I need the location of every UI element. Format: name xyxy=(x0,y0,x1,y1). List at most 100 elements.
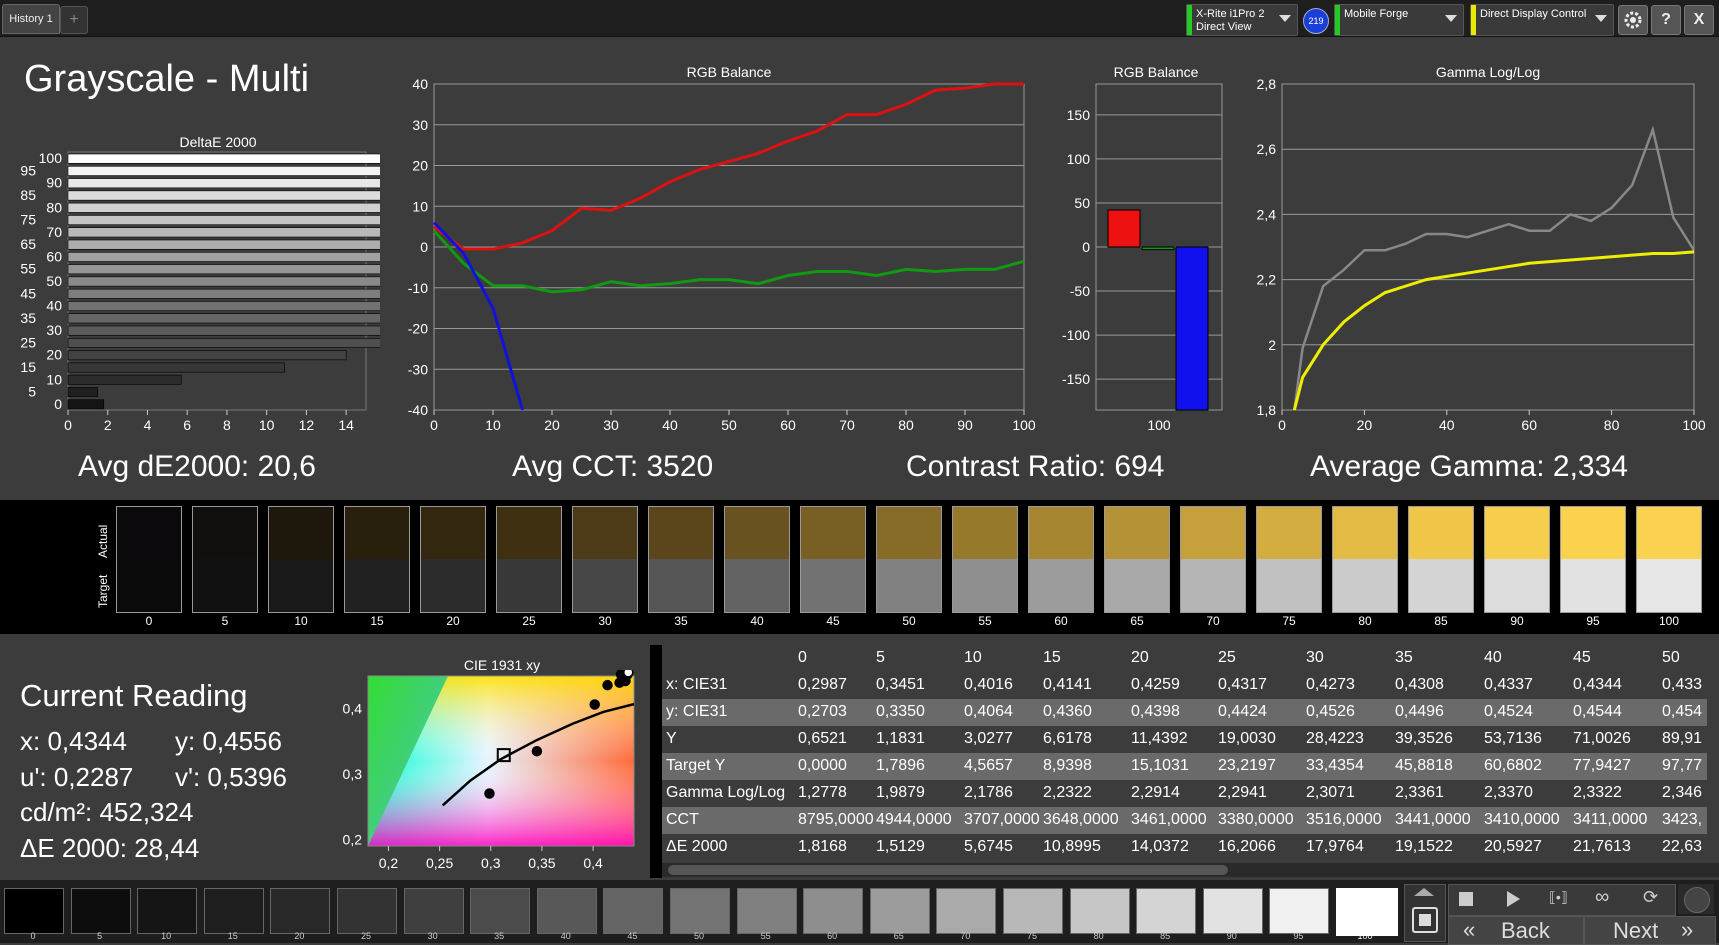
patch-label: 80 xyxy=(1093,931,1104,941)
display-control-select[interactable]: Direct Display Control xyxy=(1470,4,1614,36)
swatch-85[interactable] xyxy=(1408,506,1474,613)
patch-label: 55 xyxy=(760,931,771,941)
rgb-x-tick: 30 xyxy=(603,417,619,433)
rgb-line-chart: 403020100-10-20-30-400 10 20 30 40 50 60 70 80 90… xyxy=(408,78,1036,433)
table-row[interactable]: Gamma Log/Log 1,2778 1,9879 2,1786 2,2322 2,2… xyxy=(662,780,1707,807)
swatch-30[interactable] xyxy=(572,506,638,613)
patch-button-65[interactable] xyxy=(869,888,930,934)
table-cell: 1,5129 xyxy=(876,838,925,855)
refresh-icon[interactable]: ⟳ xyxy=(1643,887,1658,908)
patch-button-15[interactable] xyxy=(203,888,264,934)
patch-button-35[interactable] xyxy=(470,888,531,934)
patch-button-10[interactable] xyxy=(137,888,198,934)
swatch-10[interactable] xyxy=(268,506,334,613)
table-cell: 16,2066 xyxy=(1218,838,1276,855)
swatch-5[interactable] xyxy=(192,506,258,613)
deltae-y-label: 30 xyxy=(46,322,62,338)
add-tab-button[interactable]: + xyxy=(60,6,88,34)
swatch-45[interactable] xyxy=(800,506,866,613)
table-row[interactable]: x: CIE31 0,2987 0,3451 0,4016 0,4141 0,4259 0,… xyxy=(662,672,1707,699)
swatch-100[interactable] xyxy=(1636,506,1702,613)
swatch-15[interactable] xyxy=(344,506,410,613)
chevron-up-icon[interactable] xyxy=(1414,888,1434,896)
actual-swatch xyxy=(649,507,713,559)
meter-select[interactable]: X-Rite i1Pro 2 Direct View xyxy=(1186,4,1298,36)
horizontal-scrollbar[interactable] xyxy=(662,863,1719,877)
pattern-source-select[interactable]: Mobile Forge xyxy=(1334,4,1464,36)
patch-button-40[interactable] xyxy=(536,888,597,934)
table-cell: 89,91 xyxy=(1662,730,1703,747)
blue-balance-bar xyxy=(1175,246,1209,411)
patch-button-70[interactable] xyxy=(936,888,997,934)
swatch-25[interactable] xyxy=(496,506,562,613)
patch-button-45[interactable] xyxy=(603,888,664,934)
rgb-y-tick: -20 xyxy=(408,321,428,337)
table-row[interactable]: ΔE 2000 1,8168 1,5129 5,6745 10,8995 14,0372 1… xyxy=(662,834,1707,861)
record-stop-icon[interactable] xyxy=(1459,892,1473,906)
swatch-50[interactable] xyxy=(876,506,942,613)
swatch-65[interactable] xyxy=(1104,506,1170,613)
patch-button-30[interactable] xyxy=(403,888,464,934)
close-button[interactable]: X xyxy=(1684,5,1714,35)
table-cell: 3411,0000 xyxy=(1573,811,1648,828)
swatch-35[interactable] xyxy=(648,506,714,613)
table-row[interactable]: Target Y 0,0000 1,7896 4,5657 8,9398 15,1031 2… xyxy=(662,753,1707,780)
swatch-label: 65 xyxy=(1130,614,1144,628)
patch-button-90[interactable] xyxy=(1202,888,1263,934)
table-row[interactable]: CCT 8795,0000 4944,0000 3707,0000 3648,0000 3… xyxy=(662,807,1707,834)
patch-button-20[interactable] xyxy=(270,888,331,934)
patch-button-0[interactable] xyxy=(4,888,64,934)
table-cell: 45,8818 xyxy=(1395,757,1453,774)
patch-button-80[interactable] xyxy=(1069,888,1130,934)
patch-button-55[interactable] xyxy=(736,888,797,934)
gamma-plot-area xyxy=(1281,83,1695,411)
swatch-75[interactable] xyxy=(1256,506,1322,613)
swatch-0[interactable] xyxy=(116,506,182,613)
next-button[interactable]: Next » xyxy=(1584,916,1716,945)
target-swatch xyxy=(649,559,713,612)
rgb-y-tick: 40 xyxy=(412,78,428,92)
help-button[interactable]: ? xyxy=(1651,5,1681,35)
table-cell: 0,4016 xyxy=(964,676,1013,693)
loop-icon[interactable]: ∞ xyxy=(1595,886,1609,909)
patch-button-100[interactable] xyxy=(1336,888,1398,936)
measurement-table[interactable]: 0 5 10 15 20 25 30 35 40 45 50 x: CIE31 0,2987 0,3451… xyxy=(650,645,1719,878)
dial-icon[interactable] xyxy=(1684,887,1710,913)
table-cell: 1,1831 xyxy=(876,730,925,747)
table-row[interactable]: y: CIE31 0,2703 0,3350 0,4064 0,4360 0,4398 0,… xyxy=(662,699,1707,726)
tab-history[interactable]: History 1 xyxy=(2,4,60,34)
stop-button[interactable] xyxy=(1412,907,1438,933)
swatch-40[interactable] xyxy=(724,506,790,613)
patch-button-60[interactable] xyxy=(803,888,864,934)
patch-button-85[interactable] xyxy=(1136,888,1197,934)
scrollbar-thumb[interactable] xyxy=(668,865,1228,875)
table-cell: 0,4141 xyxy=(1043,676,1092,693)
back-button[interactable]: « Back xyxy=(1448,916,1584,945)
patch-button-25[interactable] xyxy=(337,888,397,934)
swatch-55[interactable] xyxy=(952,506,1018,613)
patch-button-50[interactable] xyxy=(670,888,730,934)
gear-icon xyxy=(1624,11,1642,29)
table-cell: 0,4317 xyxy=(1218,676,1267,693)
settings-button[interactable] xyxy=(1618,5,1648,35)
table-row[interactable]: Y 0,6521 1,1831 3,0277 6,6178 11,4392 19,0030 2… xyxy=(662,726,1707,753)
patch-button-5[interactable] xyxy=(70,888,131,934)
swatch-95[interactable] xyxy=(1560,506,1626,613)
meter-badge[interactable]: 219 xyxy=(1303,8,1329,34)
frame-icon[interactable]: ⟦•⟧ xyxy=(1549,889,1568,906)
swatch-70[interactable] xyxy=(1180,506,1246,613)
table-cell: 0,3451 xyxy=(876,676,925,693)
swatch-60[interactable] xyxy=(1028,506,1094,613)
swatch-20[interactable] xyxy=(420,506,486,613)
play-icon[interactable] xyxy=(1507,891,1520,907)
deltae-x-tick: 0 xyxy=(64,417,72,433)
deltae-y-label: 100 xyxy=(39,150,63,166)
patch-button-75[interactable] xyxy=(1003,888,1063,934)
patch-label: 25 xyxy=(360,931,371,941)
swatch-90[interactable] xyxy=(1484,506,1550,613)
target-swatch xyxy=(877,559,941,612)
swatch-80[interactable] xyxy=(1332,506,1398,613)
gamma-x-tick: 80 xyxy=(1604,417,1620,433)
patch-button-95[interactable] xyxy=(1269,888,1330,934)
deltae-x-tick: 14 xyxy=(338,417,354,433)
